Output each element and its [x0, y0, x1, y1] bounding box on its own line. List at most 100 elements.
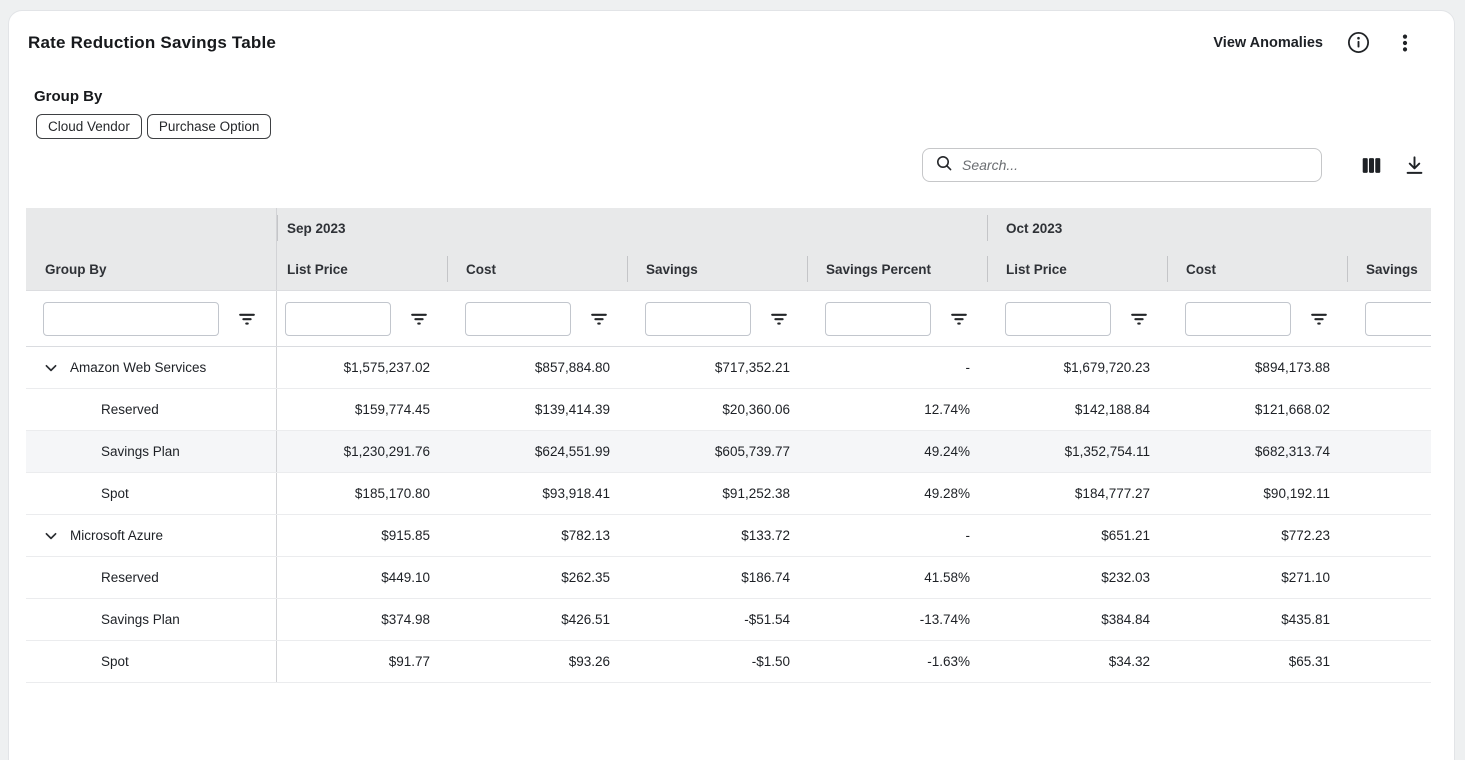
cell-savings-7: [1347, 641, 1431, 682]
filter-input-savings-percent-4[interactable]: [825, 302, 931, 336]
table-inner: Sep 2023Oct 2023 Group ByList PriceCostS…: [26, 208, 1431, 683]
cell-cost-2: $139,414.39: [447, 389, 627, 430]
cell-cost-6: $894,173.88: [1167, 347, 1347, 388]
row-label-cell[interactable]: Amazon Web Services: [26, 347, 277, 388]
filter-input-list-price-1[interactable]: [285, 302, 391, 336]
cell-list-price-1: $449.10: [277, 557, 447, 598]
cell-savings-3: -$1.50: [627, 641, 807, 682]
search-input[interactable]: [962, 157, 1309, 173]
chevron-down-icon[interactable]: [43, 528, 59, 544]
cell-cost-6: $90,192.11: [1167, 473, 1347, 514]
table-row-microsoft-azure: Microsoft Azure$915.85$782.13$133.72-$65…: [26, 515, 1431, 557]
filter-input-list-price-5[interactable]: [1005, 302, 1111, 336]
filter-icon[interactable]: [590, 310, 608, 328]
cell-cost-6: $65.31: [1167, 641, 1347, 682]
cell-savings-percent-4: -: [807, 347, 987, 388]
cell-cost-6: $772.23: [1167, 515, 1347, 556]
column-header-savings-percent-4[interactable]: Savings Percent: [807, 248, 987, 290]
cell-savings-3: $91,252.38: [627, 473, 807, 514]
filter-cell-list-price-5: [987, 291, 1167, 346]
chevron-down-icon[interactable]: [43, 360, 59, 376]
row-label: Amazon Web Services: [70, 360, 206, 375]
row-label: Reserved: [101, 402, 159, 417]
cell-cost-2: $426.51: [447, 599, 627, 640]
cell-savings-percent-4: 49.24%: [807, 431, 987, 472]
group-by-label: Group By: [34, 88, 1454, 105]
filter-icon[interactable]: [950, 310, 968, 328]
cell-savings-7: [1347, 515, 1431, 556]
cell-list-price-5: $1,679,720.23: [987, 347, 1167, 388]
table: Sep 2023Oct 2023 Group ByList PriceCostS…: [26, 208, 1431, 683]
cell-cost-2: $624,551.99: [447, 431, 627, 472]
cell-list-price-1: $185,170.80: [277, 473, 447, 514]
row-label-cell: Spot: [26, 473, 277, 514]
filter-input-cost-6[interactable]: [1185, 302, 1291, 336]
group-by-chips: Cloud Vendor Purchase Option: [36, 114, 1454, 139]
column-group-sep-2023: Sep 2023: [277, 208, 987, 248]
cell-savings-7: [1347, 347, 1431, 388]
filter-icon[interactable]: [410, 310, 428, 328]
table-header: Sep 2023Oct 2023 Group ByList PriceCostS…: [26, 208, 1431, 291]
filter-cell-savings-percent-4: [807, 291, 987, 346]
cell-savings-percent-4: -: [807, 515, 987, 556]
filter-icon[interactable]: [1130, 310, 1148, 328]
column-header-savings-3[interactable]: Savings: [627, 248, 807, 290]
download-icon[interactable]: [1403, 154, 1426, 177]
row-label-cell: Reserved: [26, 557, 277, 598]
cell-cost-2: $857,884.80: [447, 347, 627, 388]
filter-input-savings-3[interactable]: [645, 302, 751, 336]
table-row-reserved: Reserved$159,774.45$139,414.39$20,360.06…: [26, 389, 1431, 431]
filter-cell-cost-2: [447, 291, 627, 346]
chip-cloud-vendor[interactable]: Cloud Vendor: [36, 114, 142, 139]
filter-icon[interactable]: [770, 310, 788, 328]
row-label: Savings Plan: [101, 612, 180, 627]
table-row-spot: Spot$91.77$93.26-$1.50-1.63%$34.32$65.31: [26, 641, 1431, 683]
column-header-list-price-5[interactable]: List Price: [987, 248, 1167, 290]
cell-savings-3: $717,352.21: [627, 347, 807, 388]
filter-row: [26, 291, 1431, 347]
cell-savings-percent-4: 41.58%: [807, 557, 987, 598]
filter-cell-list-price-1: [277, 291, 447, 346]
cell-list-price-1: $91.77: [277, 641, 447, 682]
filter-input-cost-2[interactable]: [465, 302, 571, 336]
filter-input-savings-7[interactable]: [1365, 302, 1431, 336]
cell-list-price-5: $142,188.84: [987, 389, 1167, 430]
filter-input-group-by-0[interactable]: [43, 302, 219, 336]
cell-cost-2: $93,918.41: [447, 473, 627, 514]
cell-list-price-1: $1,230,291.76: [277, 431, 447, 472]
cell-list-price-1: $374.98: [277, 599, 447, 640]
cell-savings-percent-4: -13.74%: [807, 599, 987, 640]
cell-savings-3: $186.74: [627, 557, 807, 598]
filter-icon[interactable]: [1310, 310, 1328, 328]
widget-card: Rate Reduction Savings Table View Anomal…: [8, 10, 1455, 760]
cell-savings-percent-4: 12.74%: [807, 389, 987, 430]
cell-list-price-5: $1,352,754.11: [987, 431, 1167, 472]
column-header-group-by-0[interactable]: Group By: [26, 248, 277, 290]
table-row-savings-plan: Savings Plan$1,230,291.76$624,551.99$605…: [26, 431, 1431, 473]
kebab-menu-icon[interactable]: [1394, 32, 1416, 54]
cell-cost-6: $682,313.74: [1167, 431, 1347, 472]
view-anomalies-button[interactable]: View Anomalies: [1213, 35, 1323, 51]
row-label-cell: Reserved: [26, 389, 277, 430]
view-columns-icon[interactable]: [1360, 154, 1383, 177]
column-header-list-price-1[interactable]: List Price: [277, 248, 447, 290]
row-label-cell[interactable]: Microsoft Azure: [26, 515, 277, 556]
row-label: Reserved: [101, 570, 159, 585]
cell-savings-7: [1347, 599, 1431, 640]
row-label-cell: Savings Plan: [26, 431, 277, 472]
cell-cost-6: $435.81: [1167, 599, 1347, 640]
row-label-cell: Spot: [26, 641, 277, 682]
chip-purchase-option[interactable]: Purchase Option: [147, 114, 272, 139]
info-icon[interactable]: [1347, 31, 1370, 54]
filter-cell-savings-3: [627, 291, 807, 346]
filter-icon[interactable]: [238, 310, 256, 328]
column-header-cost-2[interactable]: Cost: [447, 248, 627, 290]
column-group-row: Sep 2023Oct 2023: [26, 208, 1431, 248]
group-by-header-spacer: [26, 208, 277, 248]
cell-list-price-5: $232.03: [987, 557, 1167, 598]
cell-list-price-1: $915.85: [277, 515, 447, 556]
column-header-cost-6[interactable]: Cost: [1167, 248, 1347, 290]
cell-list-price-1: $159,774.45: [277, 389, 447, 430]
cell-savings-3: $133.72: [627, 515, 807, 556]
column-header-savings-7[interactable]: Savings: [1347, 248, 1431, 290]
